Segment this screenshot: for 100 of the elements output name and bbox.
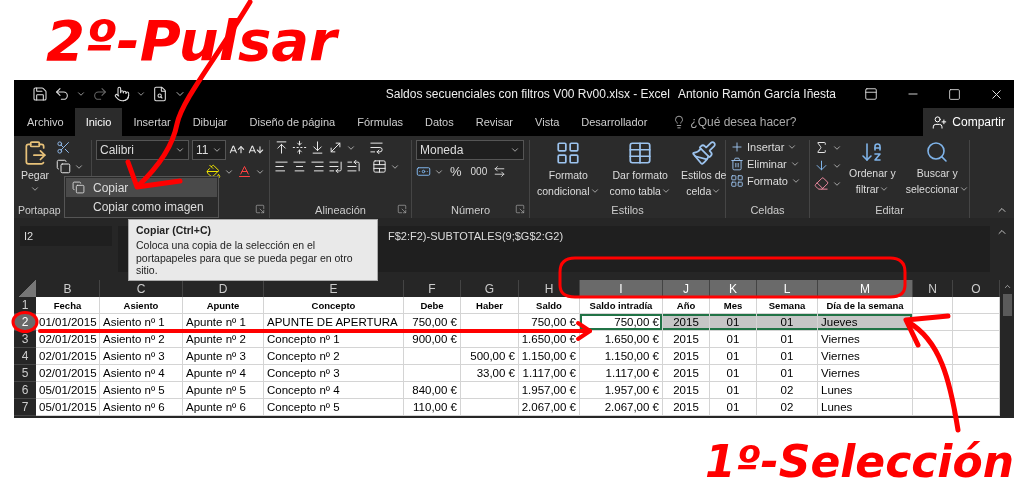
caret-icon[interactable]	[789, 159, 800, 169]
cells-button[interactable]: Insertar	[730, 140, 801, 154]
table-cell: 1.957,00 €	[519, 382, 580, 399]
row-header[interactable]: 5	[14, 365, 36, 382]
ribbon-tab[interactable]: Desarrollador	[570, 108, 659, 136]
search-field[interactable]: ¿Qué desea hacer?	[690, 115, 797, 129]
table-cell: 1.150,00 €	[580, 348, 663, 365]
number-format-select[interactable]: Moneda	[416, 140, 524, 160]
dialog-launcher-icon[interactable]	[255, 204, 265, 214]
print-preview-icon[interactable]	[152, 86, 168, 102]
edit-button[interactable]: Buscar y seleccionar	[902, 140, 972, 202]
redo-icon[interactable]	[92, 86, 108, 102]
align-right-icon[interactable]	[310, 159, 325, 174]
cells-button[interactable]: Formato	[730, 174, 801, 188]
table-cell	[953, 382, 1000, 399]
sum-icon[interactable]	[814, 140, 829, 155]
menu-item[interactable]: Copiar como imagen	[66, 197, 217, 216]
ribbon-tab[interactable]: Inicio	[74, 108, 123, 136]
row-header[interactable]: 6	[14, 382, 36, 399]
ribbon-tab[interactable]: Revisar	[464, 108, 525, 136]
dialog-launcher-icon[interactable]	[515, 204, 525, 214]
caret-icon[interactable]	[136, 89, 146, 99]
paint-bucket-icon[interactable]	[206, 164, 221, 179]
caret-icon[interactable]	[660, 186, 671, 196]
dialog-launcher-icon[interactable]	[397, 204, 407, 214]
middle-align-icon[interactable]	[292, 140, 307, 155]
caret-icon[interactable]	[30, 184, 40, 194]
caret-icon[interactable]	[711, 186, 722, 196]
ribbon-tab[interactable]: Vista	[524, 108, 571, 136]
name-box[interactable]: I2	[20, 226, 112, 246]
decrease-indent-icon[interactable]	[328, 159, 343, 174]
align-center-icon[interactable]	[292, 159, 307, 174]
table-cell: Debe	[404, 297, 461, 314]
group-label: Portapap	[18, 204, 61, 216]
ribbon-tab[interactable]: Datos	[414, 108, 465, 136]
touch-mode-icon[interactable]	[114, 86, 130, 102]
table-cell	[913, 399, 953, 416]
table-cell: Asiento nº 5	[100, 382, 183, 399]
ribbon-tab[interactable]: Dibujar	[181, 108, 239, 136]
table-cell	[913, 297, 953, 314]
font-size-select[interactable]: 11	[192, 140, 226, 160]
caret-icon[interactable]	[958, 184, 969, 194]
ribbon-tab[interactable]: Archivo	[16, 108, 75, 136]
ribbon-tab[interactable]: Diseño de página	[238, 108, 347, 136]
font-color-icon[interactable]	[237, 164, 252, 179]
increase-indent-icon[interactable]	[346, 159, 361, 174]
table-cell	[953, 348, 1000, 365]
eraser-icon[interactable]	[814, 176, 829, 191]
ribbon-tab[interactable]: Fórmulas	[346, 108, 414, 136]
scissors-icon[interactable]	[56, 140, 72, 155]
caret-icon[interactable]	[879, 184, 889, 194]
table-cell	[461, 399, 519, 416]
font-name-select[interactable]: Calibri	[96, 140, 189, 160]
wrap-text-icon[interactable]	[369, 140, 384, 155]
caret-icon[interactable]	[510, 145, 520, 155]
cells-button[interactable]: Eliminar	[730, 157, 801, 171]
user-name: Antonio Ramón García Iñesta	[677, 87, 836, 101]
row-header[interactable]: 4	[14, 348, 36, 365]
save-icon[interactable]	[32, 86, 48, 102]
scrollbar-thumb[interactable]	[1002, 294, 1012, 316]
table-cell: Concepto nº 3	[264, 365, 404, 382]
caret-icon[interactable]	[76, 89, 86, 99]
person-icon	[932, 114, 948, 130]
row-header[interactable]: 7	[14, 399, 36, 416]
table-cell: 01	[757, 331, 818, 348]
thousands-button[interactable]: 000	[467, 166, 491, 177]
styles-button[interactable]: Formato condicional	[534, 140, 603, 202]
align-left-icon[interactable]	[274, 159, 289, 174]
table-cell: Viernes	[818, 348, 913, 365]
undo-icon[interactable]	[54, 86, 70, 102]
share-button[interactable]: Compartir	[923, 108, 1014, 136]
row-header[interactable]: 3	[14, 331, 36, 348]
ribbon-display-icon[interactable]	[864, 87, 878, 101]
top-align-icon[interactable]	[274, 140, 289, 155]
table-cell: 2.067,00 €	[580, 399, 663, 416]
styles-button[interactable]: Dar formato como tabla	[606, 140, 674, 202]
caret-icon[interactable]	[589, 186, 600, 196]
caret-icon[interactable]	[787, 142, 798, 152]
table-cell: 2015	[663, 399, 710, 416]
edit-button[interactable]: Ordenar y filtrar	[846, 140, 899, 202]
percent-button[interactable]: %	[447, 164, 465, 179]
paste-button[interactable]: Pegar	[18, 140, 53, 202]
fill-icon[interactable]	[814, 158, 829, 173]
bottom-align-icon[interactable]	[310, 140, 325, 155]
maximize-icon[interactable]	[948, 87, 961, 101]
ribbon-tab[interactable]: Insertar	[122, 108, 182, 136]
caret-icon[interactable]	[175, 145, 185, 155]
orientation-icon[interactable]	[328, 140, 343, 155]
scroll-up-icon[interactable]	[1002, 282, 1012, 291]
copy-icon[interactable]	[56, 159, 72, 174]
styles-button[interactable]: Estilos de celda	[677, 140, 730, 202]
caret-icon[interactable]	[212, 145, 222, 155]
group-label: Número	[450, 204, 491, 216]
clipboard-icon	[22, 140, 48, 166]
caret-icon[interactable]	[790, 176, 801, 186]
tooltip-title: Copiar (Ctrl+C)	[136, 224, 212, 236]
banknote-icon[interactable]	[416, 164, 431, 179]
table-cell: Concepto	[264, 297, 404, 314]
table-cell: 500,00 €	[461, 348, 519, 365]
merge-cells-icon[interactable]	[372, 159, 387, 174]
